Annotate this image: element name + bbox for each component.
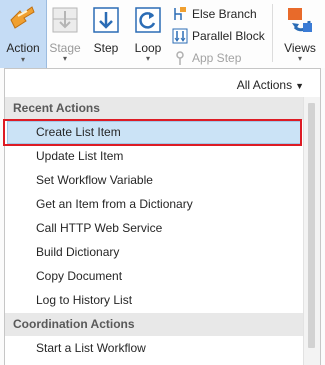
ribbon-toolbar: Action ▾ Stage ▾ Step Loop ▾ Else Branch… xyxy=(0,0,325,68)
all-actions-dropdown[interactable]: All Actions ▼ xyxy=(237,78,304,92)
menu-item-set-workflow-variable[interactable]: Set Workflow Variable xyxy=(5,169,304,192)
stage-label: Stage xyxy=(49,41,81,55)
chevron-down-icon: ▾ xyxy=(20,55,25,64)
menu-item-update-list-item[interactable]: Update List Item xyxy=(5,145,304,168)
section-header-recent-actions: Recent Actions xyxy=(5,97,304,120)
else-branch-icon xyxy=(172,6,188,22)
menu-header-bar: All Actions ▼ xyxy=(5,69,320,97)
step-button[interactable]: Step xyxy=(88,2,124,64)
action-dropdown-menu: All Actions ▼ Recent Actions Create List … xyxy=(3,68,321,365)
menu-item-log-to-history-list[interactable]: Log to History List xyxy=(5,289,304,312)
scrollbar-thumb[interactable] xyxy=(308,103,315,348)
menu-item-build-dictionary[interactable]: Build Dictionary xyxy=(5,241,304,264)
triangle-down-icon: ▼ xyxy=(295,81,304,91)
app-step-icon xyxy=(172,50,188,66)
step-icon xyxy=(91,5,121,38)
menu-item-start-a-list-workflow[interactable]: Start a List Workflow xyxy=(5,337,304,360)
step-label: Step xyxy=(93,41,119,55)
menu-item-create-list-item[interactable]: Create List Item xyxy=(7,121,302,144)
views-button[interactable]: Views ▾ xyxy=(280,2,320,64)
views-icon xyxy=(285,5,315,38)
action-icon xyxy=(8,3,38,36)
menu-item-call-http-web-service[interactable]: Call HTTP Web Service xyxy=(5,217,304,240)
menu-item-get-an-item-from-a-dictionary[interactable]: Get an Item from a Dictionary xyxy=(5,193,304,216)
chevron-down-icon: ▾ xyxy=(297,54,302,63)
parallel-block-icon xyxy=(172,28,188,44)
else-branch-label: Else Branch xyxy=(192,7,257,21)
chevron-down-icon: ▾ xyxy=(145,54,150,63)
action-label: Action xyxy=(6,41,40,55)
stage-icon xyxy=(50,5,80,38)
else-branch-button[interactable]: Else Branch xyxy=(172,5,257,23)
menu-list: Recent Actions Create List Item Update L… xyxy=(3,97,304,365)
ribbon-divider xyxy=(272,4,273,62)
stage-button[interactable]: Stage ▾ xyxy=(46,2,84,64)
chevron-down-icon: ▾ xyxy=(62,54,67,63)
all-actions-label: All Actions xyxy=(236,78,293,92)
app-step-button[interactable]: App Step xyxy=(172,49,241,67)
views-label: Views xyxy=(284,41,316,55)
action-button[interactable]: Action ▾ xyxy=(0,0,47,68)
loop-icon xyxy=(133,5,163,38)
section-header-coordination-actions: Coordination Actions xyxy=(5,313,304,336)
menu-scrollbar[interactable] xyxy=(303,97,320,365)
parallel-block-button[interactable]: Parallel Block xyxy=(172,27,265,45)
app-step-label: App Step xyxy=(192,51,242,65)
loop-label: Loop xyxy=(134,41,162,55)
menu-item-copy-document[interactable]: Copy Document xyxy=(5,265,304,288)
parallel-block-label: Parallel Block xyxy=(192,29,265,43)
loop-button[interactable]: Loop ▾ xyxy=(128,2,168,64)
